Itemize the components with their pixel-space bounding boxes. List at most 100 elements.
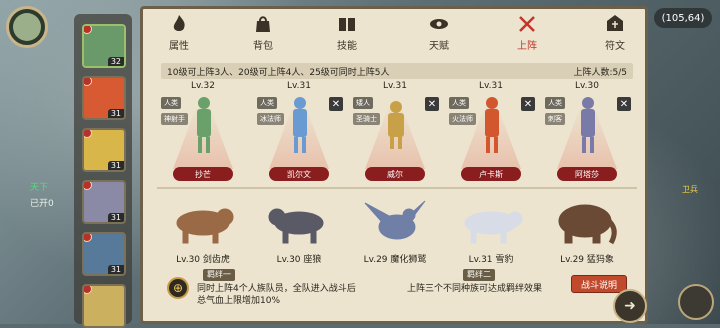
- tab-lineup[interactable]: 上阵: [499, 13, 555, 53]
- tab-skills[interactable]: 技能: [319, 13, 375, 53]
- hero-mark-icon: [84, 286, 92, 294]
- hero-class-tag: 刺客: [545, 113, 565, 125]
- hero-figure: [388, 101, 404, 149]
- bond-text-line: 同时上阵4个人族队员，全队进入战斗后: [197, 284, 356, 294]
- hero-name: 阿塔莎: [557, 167, 617, 181]
- pet-row: Lv.30 剑齿虎 Lv.30 座狼 Lv.29 魔化狮鹫 Lv.31 雪豹 L…: [157, 191, 637, 265]
- next-arrow-button[interactable]: ➜: [613, 289, 647, 323]
- hero-race-tag: 人类: [449, 97, 469, 109]
- player-avatar[interactable]: [6, 6, 48, 48]
- hero-mark-icon: [84, 182, 92, 190]
- tab-attributes[interactable]: 属性: [151, 13, 207, 53]
- lineup-panel: 属性 背包 技能 天赋 上阵 符文 10级可上阵3人、20级可上阵4人、25级可…: [140, 6, 648, 324]
- pet-label: Lv.30 剑齿虎: [176, 255, 230, 265]
- hero-slot[interactable]: 32: [82, 24, 126, 68]
- map-corner-icon[interactable]: [678, 284, 714, 320]
- hero-mark-icon: [84, 26, 92, 34]
- hero-figure: [485, 97, 499, 153]
- remove-hero-button[interactable]: ✕: [521, 97, 535, 111]
- pet-label: Lv.31 雪豹: [468, 255, 514, 265]
- hero-slot[interactable]: 31: [82, 232, 126, 276]
- hero-race-tag: 人类: [161, 97, 181, 109]
- pet-label: Lv.29 猛犸象: [560, 255, 614, 265]
- tab-runes[interactable]: 符文: [587, 13, 643, 53]
- guard-label: 卫兵: [682, 185, 698, 194]
- pet-card[interactable]: Lv.31 雪豹: [445, 191, 537, 265]
- sabertooth-icon: [176, 208, 234, 244]
- side-label-2: 已开0: [30, 199, 54, 209]
- bond-one: ⊕ 羁绊一 同时上阵4个人族队员，全队进入战斗后 总气血上限增加10%: [157, 269, 407, 317]
- lineup-count-text: 上阵人数:5/5: [573, 67, 627, 78]
- divider: [157, 187, 637, 189]
- hero-mark-icon: [84, 234, 92, 242]
- hero-name: 威尔: [365, 167, 425, 181]
- pet-card[interactable]: Lv.30 剑齿虎: [157, 191, 249, 265]
- hero-slot[interactable]: 31: [82, 76, 126, 120]
- hero-card-level: Lv.31: [287, 81, 311, 91]
- bond-title: 羁绊一: [203, 269, 235, 281]
- hero-card-level: Lv.32: [191, 81, 215, 91]
- griffin-icon: [364, 200, 426, 240]
- hero-figure: [293, 97, 307, 153]
- bond-text-line: 上阵三个不同种族可达成羁绊效果: [407, 284, 543, 294]
- tab-talent[interactable]: 天赋: [411, 13, 467, 53]
- hero-race-tag: 人类: [257, 97, 277, 109]
- hero-name: 凯尔文: [269, 167, 329, 181]
- tab-label: 上阵: [517, 41, 537, 52]
- mammoth-icon: [558, 204, 617, 245]
- bond-two: 羁绊二 上阵三个不同种族可达成羁绊效果: [403, 269, 573, 317]
- book-icon: [339, 18, 355, 31]
- tab-label: 符文: [605, 41, 625, 52]
- hero-class-tag: 神射手: [161, 113, 188, 125]
- remove-hero-button[interactable]: ✕: [425, 97, 439, 111]
- hero-card[interactable]: Lv.32 人类 神射手 抄芒: [157, 81, 249, 185]
- bond-description: 上阵三个不同种族可达成羁绊效果: [407, 283, 542, 295]
- tab-label: 技能: [337, 41, 357, 52]
- hero-level: 31: [107, 161, 124, 170]
- tab-label: 背包: [253, 41, 273, 52]
- hero-class-tag: 火法师: [449, 113, 476, 125]
- pet-card[interactable]: Lv.29 猛犸象: [541, 191, 633, 265]
- wolf-icon: [268, 208, 324, 244]
- hero-name: 抄芒: [173, 167, 233, 181]
- bond-text-line: 总气血上限增加10%: [197, 296, 281, 306]
- pet-card[interactable]: Lv.29 魔化狮鹫: [349, 191, 441, 265]
- bond-title: 羁绊二: [463, 269, 495, 281]
- crossed-swords-icon: [519, 16, 535, 32]
- hero-card-level: Lv.30: [575, 81, 599, 91]
- hero-card-level: Lv.31: [383, 81, 407, 91]
- rune-icon: [607, 15, 623, 31]
- hero-figure: [197, 97, 211, 153]
- battle-info-button[interactable]: 战斗说明: [571, 275, 627, 293]
- tab-bag[interactable]: 背包: [235, 13, 291, 53]
- hero-level: 32: [107, 57, 124, 66]
- hero-list: 32 31 31 31 31: [74, 14, 132, 328]
- hero-level: 31: [107, 213, 124, 222]
- eye-icon: [430, 19, 448, 29]
- hero-slot[interactable]: 31: [82, 180, 126, 224]
- tab-label: 属性: [169, 41, 189, 52]
- hero-name: 卢卡斯: [461, 167, 521, 181]
- bond-description: 同时上阵4个人族队员，全队进入战斗后 总气血上限增加10%: [197, 283, 356, 307]
- remove-hero-button[interactable]: ✕: [329, 97, 343, 111]
- pet-label: Lv.30 座狼: [276, 255, 322, 265]
- hero-card[interactable]: Lv.31 人类 火法师 ✕ 卢卡斯: [445, 81, 537, 185]
- tab-label: 天赋: [429, 41, 449, 52]
- tab-bar: 属性 背包 技能 天赋 上阵 符文: [143, 9, 645, 57]
- player-face-icon: [13, 13, 41, 41]
- hero-class-tag: 冰法师: [257, 113, 284, 125]
- hero-card[interactable]: Lv.30 人类 刺客 ✕ 阿塔莎: [541, 81, 633, 185]
- bond-section: ⊕ 羁绊一 同时上阵4个人族队员，全队进入战斗后 总气血上限增加10% 羁绊二 …: [157, 269, 637, 317]
- hero-card[interactable]: Lv.31 矮人 圣骑士 ✕ 威尔: [349, 81, 441, 185]
- remove-hero-button[interactable]: ✕: [617, 97, 631, 111]
- hero-race-tag: 矮人: [353, 97, 373, 109]
- lineup-rule-text: 10级可上阵3人、20级可上阵4人、25级可同时上阵5人: [167, 67, 390, 78]
- crosshair-icon[interactable]: ⊕: [167, 277, 189, 299]
- pet-label: Lv.29 魔化狮鹫: [363, 255, 427, 265]
- hero-slot[interactable]: [82, 284, 126, 328]
- hero-mark-icon: [84, 78, 92, 86]
- pet-card[interactable]: Lv.30 座狼: [253, 191, 345, 265]
- hero-slot[interactable]: 31: [82, 128, 126, 172]
- hero-card-row: Lv.32 人类 神射手 抄芒 Lv.31 人类 冰法师 ✕ 凯尔文 Lv.31…: [157, 81, 637, 185]
- hero-card[interactable]: Lv.31 人类 冰法师 ✕ 凯尔文: [253, 81, 345, 185]
